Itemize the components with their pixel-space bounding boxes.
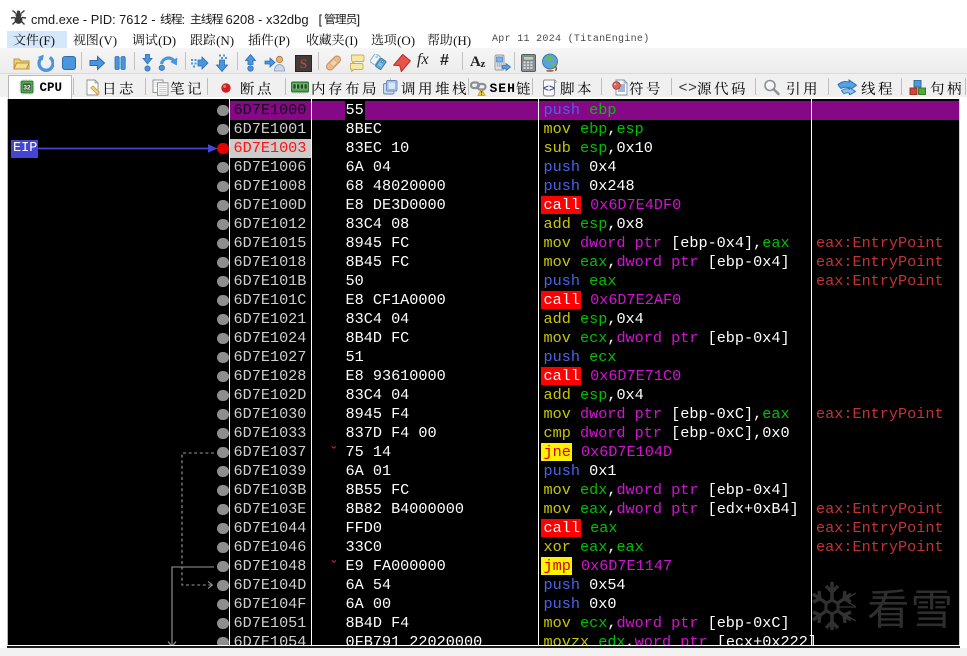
svg-text:<>: <> <box>543 84 555 95</box>
svg-text:S: S <box>300 56 307 71</box>
svg-text:32: 32 <box>23 85 31 92</box>
